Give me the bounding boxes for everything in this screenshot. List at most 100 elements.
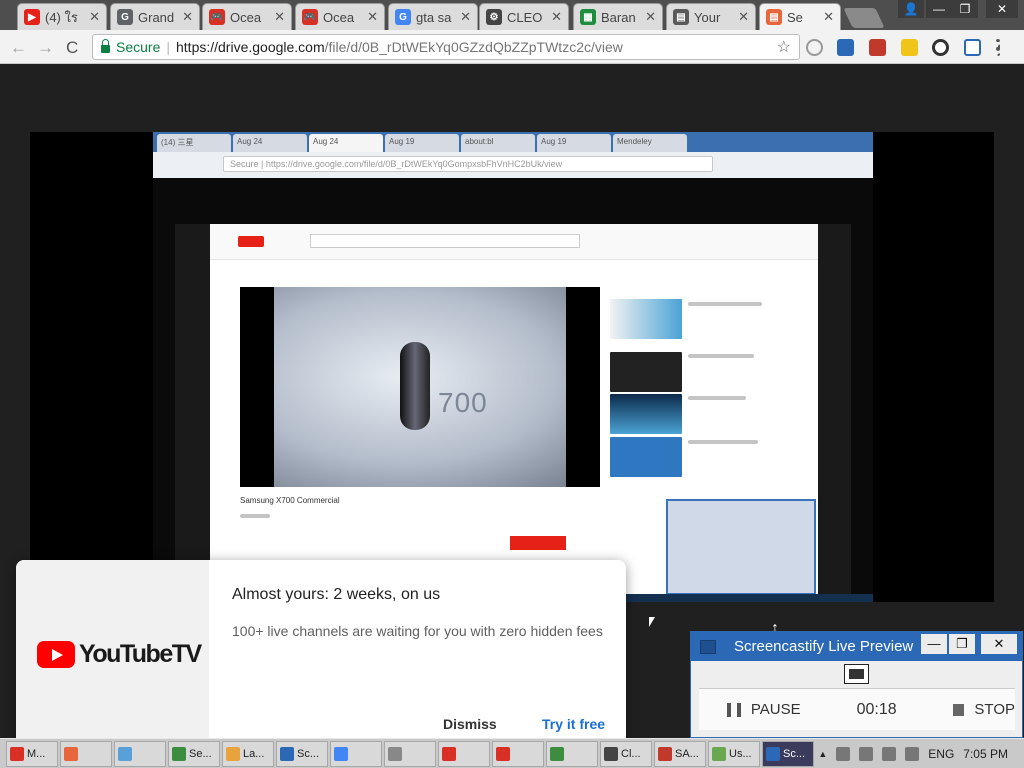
tray-network-icon[interactable] xyxy=(859,747,874,761)
tab-label: Grand xyxy=(138,9,174,25)
screencastify-title-bar[interactable]: Screencastify Live Preview — ❐ ✕ xyxy=(691,632,1022,661)
taskbar-app-icon xyxy=(118,746,132,761)
tab-strip: ▶ (4) ใร ✕ G Grand ✕ 🎮 Ocea ✕ 🎮 Ocea ✕ Ggta sa ✕ ⚙ CLEO… xyxy=(0,0,1024,30)
url-text: https://drive.google.com/file/d/0B_rDtWE… xyxy=(176,39,623,55)
taskbar-app-icon xyxy=(388,746,402,761)
inner-related-thumb-1 xyxy=(610,299,682,339)
screencastify-preview-window: Screencastify Live Preview — ❐ ✕ PAUSE 0… xyxy=(690,631,1023,738)
stop-button[interactable]: STOP xyxy=(974,701,1015,718)
screencastify-thumbnail-icon xyxy=(844,664,869,684)
new-tab-button[interactable] xyxy=(843,8,885,28)
taskbar-item[interactable] xyxy=(546,740,598,767)
pause-icon[interactable] xyxy=(727,702,741,717)
pause-button[interactable]: PAUSE xyxy=(751,701,801,718)
taskbar-item[interactable]: Us... xyxy=(708,740,760,767)
tray-volume-icon[interactable] xyxy=(905,747,920,761)
taskbar-item[interactable]: Sc... xyxy=(762,740,814,767)
screencastify-close-button[interactable]: ✕ xyxy=(981,634,1017,654)
windows-taskbar: M... Se... La... Sc... Cl... SA... Us... Sc... … xyxy=(0,738,1024,768)
taskbar-item[interactable]: Sc... xyxy=(276,740,328,767)
inner-tab: Aug 24 xyxy=(233,134,307,152)
recorded-screen-frame: (14) 三星 Aug 24 Aug 24 Aug 19 about:bl Aug 19 M… xyxy=(153,132,873,602)
lock-icon xyxy=(101,38,110,53)
screencastify-minimize-button[interactable]: — xyxy=(921,634,947,654)
try-it-free-button[interactable]: Try it free xyxy=(542,716,605,732)
promo-subtitle: 100+ live channels are waiting for you w… xyxy=(232,623,603,639)
tab-close-icon[interactable]: ✕ xyxy=(551,9,562,25)
browser-tab[interactable]: ⚙ CLEO ✕ xyxy=(479,3,569,30)
taskbar-app-icon xyxy=(658,746,672,761)
taskbar-item[interactable] xyxy=(114,740,166,767)
browser-tab[interactable]: ▦ Baran ✕ xyxy=(573,3,663,30)
extension-ring-icon[interactable] xyxy=(932,39,949,56)
taskbar-item[interactable]: M... xyxy=(6,740,58,767)
tray-language[interactable]: ENG xyxy=(928,747,954,761)
taskbar-item[interactable] xyxy=(330,740,382,767)
profile-icon[interactable]: 👤 xyxy=(898,0,924,18)
chrome-menu-icon[interactable] xyxy=(996,39,1000,56)
taskbar-item[interactable] xyxy=(492,740,544,767)
tray-expand-icon[interactable]: ▲ xyxy=(818,749,827,759)
taskbar-item[interactable] xyxy=(60,740,112,767)
phone-model-text: 700 xyxy=(438,387,488,418)
maximize-button[interactable]: ❐ xyxy=(952,0,978,18)
taskbar-item[interactable]: Cl... xyxy=(600,740,652,767)
taskbar-item[interactable] xyxy=(438,740,490,767)
extension-film-icon[interactable] xyxy=(869,39,886,56)
browser-toolbar: ← → C Secure | https://drive.google.com/… xyxy=(0,30,1024,64)
youtube-tv-promo-dialog: YouTubeTV Almost yours: 2 weeks, on us 1… xyxy=(16,560,626,750)
extension-n-icon[interactable] xyxy=(964,39,981,56)
tab-close-icon[interactable]: ✕ xyxy=(367,9,378,25)
browser-tab[interactable]: ▤ Your ✕ xyxy=(666,3,756,30)
forward-button[interactable]: → xyxy=(37,38,54,58)
extension-circle-icon[interactable] xyxy=(806,39,823,56)
bookmark-star-icon[interactable]: ☆ xyxy=(777,37,791,57)
browser-tab[interactable]: G Grand ✕ xyxy=(110,3,200,30)
taskbar-item-label: Sc... xyxy=(783,747,806,760)
screencastify-maximize-button[interactable]: ❐ xyxy=(949,634,975,654)
tab-close-icon[interactable]: ✕ xyxy=(823,9,834,25)
tab-favicon-icon: 🎮 xyxy=(209,9,225,25)
taskbar-app-icon xyxy=(172,746,186,761)
tab-close-icon[interactable]: ✕ xyxy=(738,9,749,25)
tab-close-icon[interactable]: ✕ xyxy=(89,9,100,25)
youtube-tv-logo-text: YouTubeTV xyxy=(79,640,202,668)
tray-clock[interactable]: 7:05 PM xyxy=(963,747,1008,761)
tab-favicon-icon: G xyxy=(395,9,411,25)
taskbar-app-icon xyxy=(226,746,240,761)
reload-button[interactable]: C xyxy=(66,38,78,58)
tray-flag-icon[interactable] xyxy=(836,747,851,761)
taskbar-item[interactable]: Se... xyxy=(168,740,220,767)
extension-screencastify-icon[interactable] xyxy=(837,39,854,56)
tab-close-icon[interactable]: ✕ xyxy=(274,9,285,25)
back-button[interactable]: ← xyxy=(10,38,27,58)
taskbar-app-icon xyxy=(496,746,510,761)
tray-display-icon[interactable] xyxy=(882,747,897,761)
youtube-tv-logo: YouTubeTV xyxy=(37,640,202,669)
taskbar-item[interactable]: La... xyxy=(222,740,274,767)
taskbar-app-icon xyxy=(334,746,348,761)
taskbar-item-label: La... xyxy=(243,747,265,760)
taskbar-item[interactable] xyxy=(384,740,436,767)
close-window-button[interactable]: ✕ xyxy=(986,0,1018,18)
dismiss-button[interactable]: Dismiss xyxy=(443,716,497,732)
tab-close-icon[interactable]: ✕ xyxy=(182,9,193,25)
url-path: /file/d/0B_rDtWEkYq0GZzdQbZZpTWtzc2c/vie… xyxy=(324,39,623,55)
tab-close-icon[interactable]: ✕ xyxy=(645,9,656,25)
browser-tab[interactable]: ▶ (4) ใร ✕ xyxy=(17,3,107,30)
browser-tab[interactable]: 🎮 Ocea ✕ xyxy=(202,3,292,30)
taskbar-item-label: Se... xyxy=(189,747,212,760)
inner-tab: about:bl xyxy=(461,134,535,152)
taskbar-app-icon xyxy=(10,746,24,761)
minimize-button[interactable]: — xyxy=(926,0,952,18)
browser-tab[interactable]: Ggta sa ✕ xyxy=(388,3,478,30)
extension-puzzle-icon[interactable] xyxy=(901,39,918,56)
tab-label: (4) ใร xyxy=(45,9,78,25)
address-bar[interactable]: Secure | https://drive.google.com/file/d… xyxy=(92,34,800,60)
taskbar-item[interactable]: SA... xyxy=(654,740,706,767)
inner-youtube-page: 700 Samsung X700 Commercial xyxy=(210,224,818,600)
stop-icon[interactable] xyxy=(952,703,965,716)
browser-tab[interactable]: 🎮 Ocea ✕ xyxy=(295,3,385,30)
tab-close-icon[interactable]: ✕ xyxy=(460,9,471,25)
browser-tab[interactable]: ▤ Se ✕ xyxy=(759,3,841,30)
